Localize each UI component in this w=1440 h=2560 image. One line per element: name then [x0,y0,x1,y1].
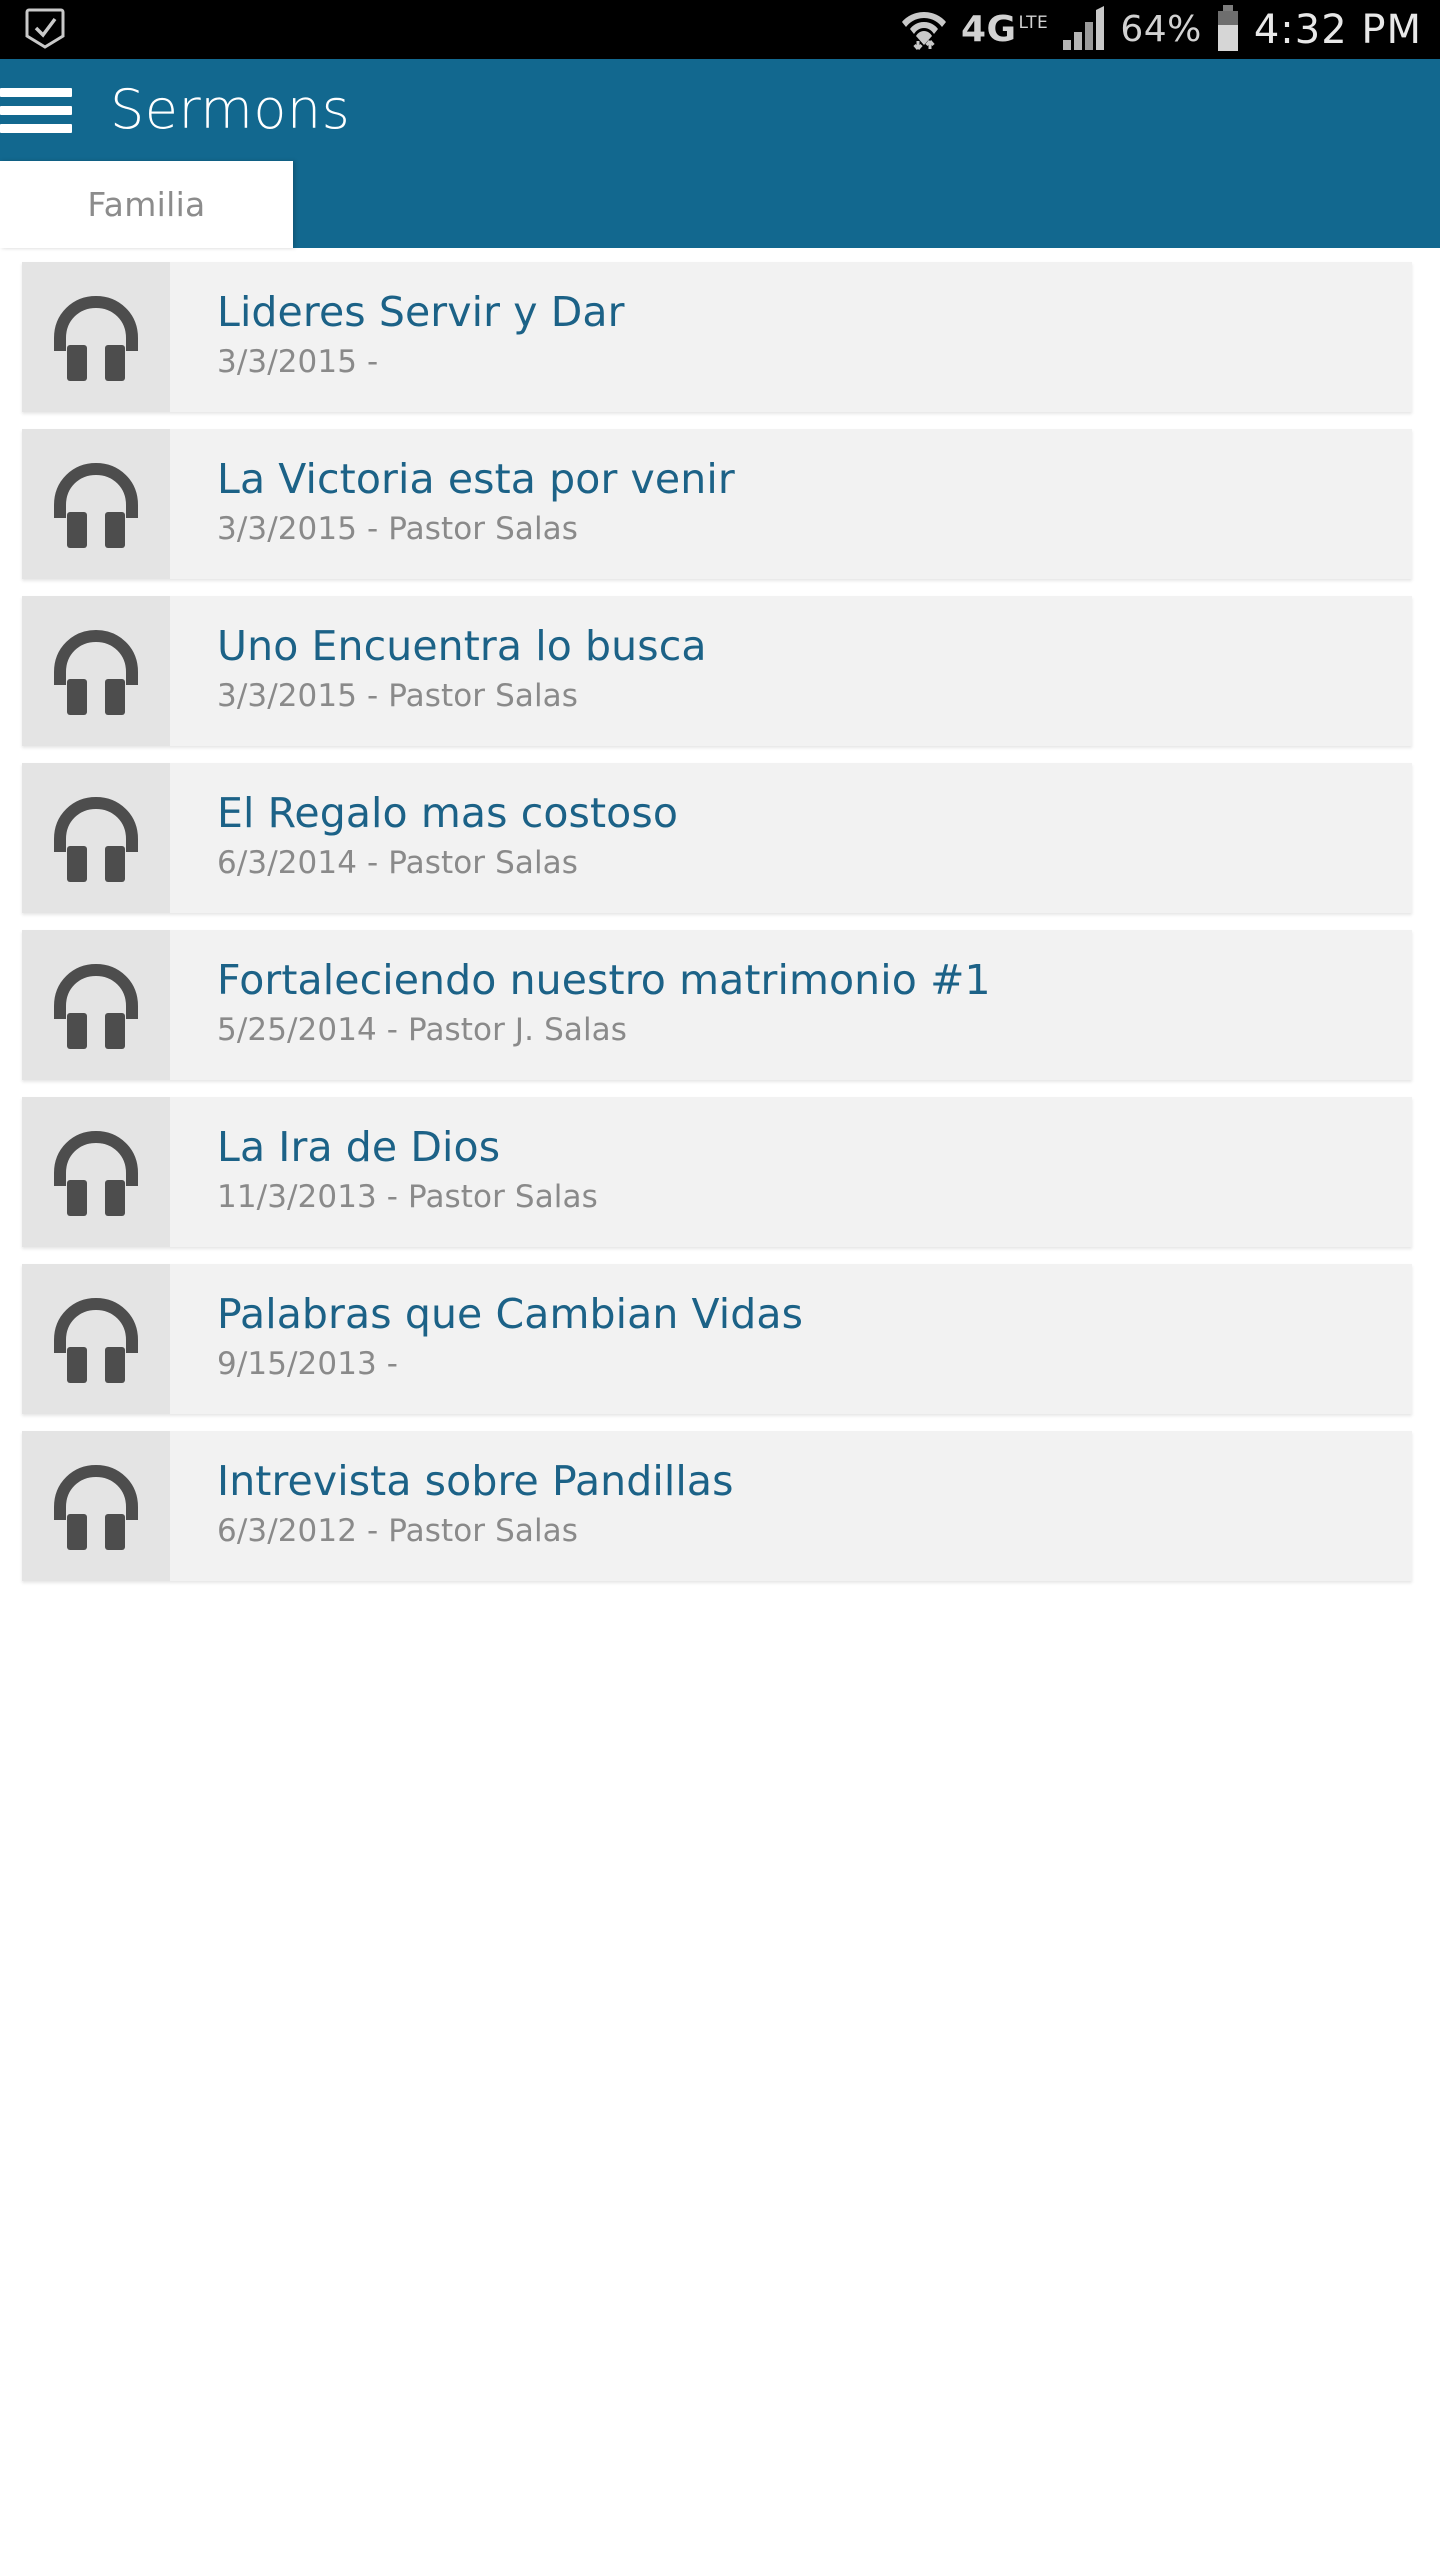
battery-icon [1215,4,1241,56]
headphones-glyph [54,295,138,381]
sermon-title[interactable]: La Ira de Dios [217,1124,1412,1171]
headphones-glyph [54,796,138,882]
sermon-title[interactable]: El Regalo mas costoso [217,790,1412,837]
sermon-row-body: La Victoria esta por venir 3/3/2015 - Pas… [170,429,1412,579]
sermon-row-body: Fortaleciendo nuestro matrimonio #1 5/25/… [170,930,1412,1080]
sermon-list-item[interactable]: Palabras que Cambian Vidas 9/15/2013 - [22,1264,1412,1414]
sermon-title[interactable]: Fortaleciendo nuestro matrimonio #1 [217,957,1412,1004]
app-bar: Sermons [0,59,1440,161]
sermon-meta: 3/3/2015 - Pastor Salas [217,677,579,714]
headphones-glyph [54,1297,138,1383]
sermon-list-item[interactable]: El Regalo mas costoso 6/3/2014 - Pastor S… [22,763,1412,913]
network-type-indicator: 4G LTE [960,8,1049,50]
headphones-glyph [54,462,138,548]
sermon-title[interactable]: Uno Encuentra lo busca [217,623,1412,670]
sermon-row-body: El Regalo mas costoso 6/3/2014 - Pastor S… [170,763,1412,913]
tab-strip: Familia [0,161,1440,248]
sermon-list-item[interactable]: Uno Encuentra lo busca 3/3/2015 - Pastor … [22,596,1412,746]
status-bar-clock: 4:32 PM [1253,6,1422,53]
headphones-icon [22,596,170,746]
headphones-icon [22,1264,170,1414]
sermon-list-item[interactable]: La Ira de Dios 11/3/2013 - Pastor Salas [22,1097,1412,1247]
headphones-glyph [54,629,138,715]
battery-percent-label: 64% [1120,8,1202,50]
hamburger-bar [0,123,72,133]
sermon-list-item[interactable]: Lideres Servir y Dar 3/3/2015 - [22,262,1412,412]
sermon-title[interactable]: Intrevista sobre Pandillas [217,1458,1412,1505]
network-sub-label: LTE [1018,12,1049,33]
status-bar: 4G LTE 64% 4:32 PM [0,0,1440,59]
cellular-signal-icon [1061,4,1107,56]
sermon-row-body: Palabras que Cambian Vidas 9/15/2013 - [170,1264,1412,1414]
status-bar-right: 4G LTE 64% 4:32 PM [900,3,1422,57]
headphones-glyph [54,1130,138,1216]
tab-familia-label: Familia [87,185,206,224]
sermon-list-item[interactable]: Fortaleciendo nuestro matrimonio #1 5/25/… [22,930,1412,1080]
sermon-meta: 3/3/2015 - [217,343,379,380]
sermon-meta: 6/3/2012 - Pastor Salas [217,1512,579,1549]
page-title: Sermons [110,78,351,141]
sermon-meta: 3/3/2015 - Pastor Salas [217,510,579,547]
sermon-list: Lideres Servir y Dar 3/3/2015 - La Victor… [0,248,1440,1581]
network-label: 4G [960,8,1017,50]
sermon-meta: 6/3/2014 - Pastor Salas [217,844,579,881]
headphones-icon [22,262,170,412]
sermon-meta: 9/15/2013 - [217,1345,399,1382]
hamburger-bar [0,87,72,97]
hamburger-bar [0,105,72,115]
sermon-row-body: La Ira de Dios 11/3/2013 - Pastor Salas [170,1097,1412,1247]
headphones-icon [22,1431,170,1581]
sermon-meta: 5/25/2014 - Pastor J. Salas [217,1011,627,1048]
wifi-icon [900,3,948,57]
headphones-icon [22,763,170,913]
sermon-row-body: Uno Encuentra lo busca 3/3/2015 - Pastor … [170,596,1412,746]
headphones-glyph [54,1464,138,1550]
sermon-row-body: Intrevista sobre Pandillas 6/3/2012 - Pas… [170,1431,1412,1581]
sermon-title[interactable]: Lideres Servir y Dar [217,289,1412,336]
tab-familia[interactable]: Familia [0,161,293,248]
sermon-row-body: Lideres Servir y Dar 3/3/2015 - [170,262,1412,412]
headphones-icon [22,930,170,1080]
checkmark-box-icon [24,6,66,54]
headphones-glyph [54,963,138,1049]
sermon-title[interactable]: La Victoria esta por venir [217,456,1412,503]
headphones-icon [22,1097,170,1247]
status-bar-left [24,6,66,54]
sermon-list-item[interactable]: Intrevista sobre Pandillas 6/3/2012 - Pas… [22,1431,1412,1581]
headphones-icon [22,429,170,579]
sermon-title[interactable]: Palabras que Cambian Vidas [217,1291,1412,1338]
hamburger-menu-icon[interactable] [0,87,74,133]
sermon-list-item[interactable]: La Victoria esta por venir 3/3/2015 - Pas… [22,429,1412,579]
sermon-meta: 11/3/2013 - Pastor Salas [217,1178,598,1215]
